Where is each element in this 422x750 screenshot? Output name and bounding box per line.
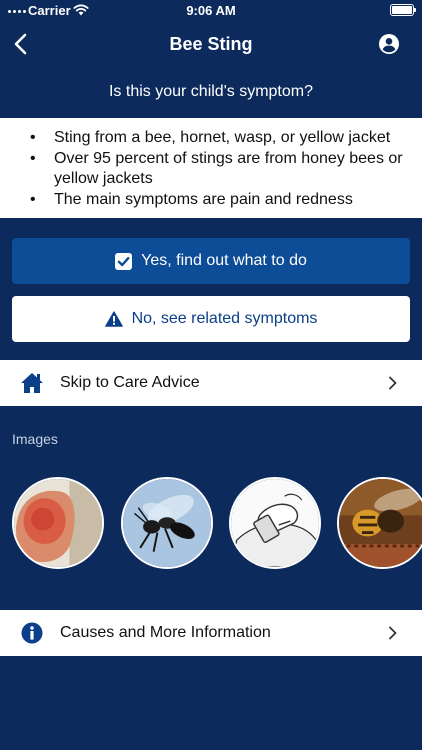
- symptom-item: Over 95 percent of stings are from honey…: [30, 149, 406, 190]
- navigation-bar: Bee Sting: [0, 22, 422, 66]
- stinger-removal-image: [231, 479, 319, 567]
- honey-bee-thumbnail[interactable]: [337, 477, 422, 569]
- warning-icon: [104, 311, 123, 327]
- skip-to-care-advice-row[interactable]: Skip to Care Advice: [0, 360, 422, 406]
- skip-label: Skip to Care Advice: [60, 374, 200, 391]
- home-icon: [21, 373, 43, 393]
- checkbox-checked-icon: [115, 252, 133, 270]
- causes-more-info-row[interactable]: Causes and More Information: [0, 610, 422, 656]
- causes-label: Causes and More Information: [60, 624, 271, 641]
- sting-skin-thumbnail[interactable]: [12, 477, 104, 569]
- clock: 9:06 AM: [186, 3, 236, 18]
- status-bar: Carrier 9:06 AM: [0, 0, 422, 22]
- stinger-removal-thumbnail[interactable]: [229, 477, 321, 569]
- honey-bee-image: [339, 479, 422, 567]
- no-button-label: No, see related symptoms: [131, 310, 318, 327]
- wasp-thumbnail[interactable]: [121, 477, 213, 569]
- images-section-label: Images: [12, 431, 58, 447]
- chevron-right-icon: [389, 626, 397, 640]
- chevron-right-icon: [389, 376, 397, 390]
- yes-button-label: Yes, find out what to do: [141, 252, 307, 269]
- account-icon[interactable]: [378, 33, 400, 55]
- info-icon: [21, 622, 43, 644]
- wasp-image: [123, 479, 211, 567]
- symptom-item: Sting from a bee, hornet, wasp, or yello…: [30, 128, 406, 149]
- symptom-question: Is this your child's symptom?: [108, 83, 313, 100]
- symptom-list: Sting from a bee, hornet, wasp, or yello…: [30, 128, 406, 210]
- battery-icon: [390, 4, 416, 16]
- yes-find-out-button[interactable]: Yes, find out what to do: [12, 238, 410, 284]
- symptom-item: The main symptoms are pain and redness: [30, 190, 406, 211]
- sting-skin-image: [14, 479, 102, 567]
- page-title: Bee Sting: [169, 34, 253, 54]
- no-related-symptoms-button[interactable]: No, see related symptoms: [12, 296, 410, 342]
- symptom-list-panel: Sting from a bee, hornet, wasp, or yello…: [0, 118, 422, 218]
